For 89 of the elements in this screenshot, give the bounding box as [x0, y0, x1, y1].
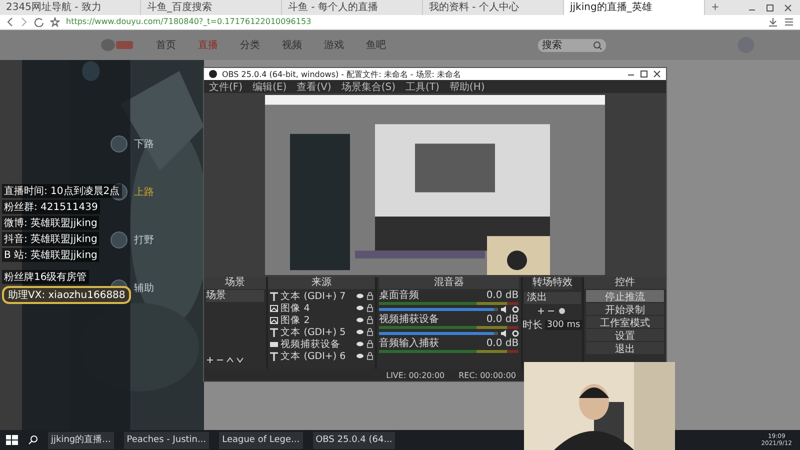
channel-reading: 0.0 dB	[486, 338, 519, 349]
source-item[interactable]: 图像 4	[280, 302, 354, 314]
lock-icon[interactable]	[367, 328, 374, 336]
role-avatar-icon	[110, 183, 128, 201]
overlay-text: 抖音: 英雄联盟jjking	[2, 232, 100, 246]
close-icon[interactable]	[653, 70, 661, 78]
channel-reading: 0.0 dB	[486, 290, 519, 301]
download-icon[interactable]	[768, 17, 778, 27]
maximize-icon[interactable]	[766, 4, 774, 12]
text-icon	[270, 292, 278, 300]
dock-title: 混音器	[379, 277, 519, 289]
dock-title: 场景	[204, 277, 266, 289]
speaker-icon[interactable]	[500, 306, 509, 313]
menu-item[interactable]: 场景集合(S)	[341, 80, 396, 94]
role-avatar-icon	[110, 231, 128, 249]
image-icon	[270, 316, 278, 324]
gear-icon[interactable]	[512, 330, 519, 337]
volume-slider[interactable]	[379, 332, 498, 335]
control-button[interactable]: 停止推流	[586, 290, 664, 302]
menu-item[interactable]: 查看(V)	[296, 80, 332, 94]
live-timer: LIVE: 00:20:00	[386, 370, 445, 380]
text-icon	[270, 328, 278, 336]
duration-label: 时长	[522, 318, 543, 332]
obs-logo-icon	[209, 70, 217, 78]
menu-item[interactable]: 文件(F)	[209, 80, 243, 94]
source-item[interactable]: 视频捕获设备	[280, 338, 354, 350]
search-icon[interactable]	[28, 435, 38, 445]
toolbar-drawing	[537, 307, 568, 315]
source-item[interactable]: 文本 (GDI+) 6	[280, 350, 354, 362]
transition-dropdown[interactable]: 淡出	[524, 292, 581, 304]
taskbar-app[interactable]: Peaches - Justin...	[124, 432, 210, 448]
dock-title: 转场特效	[532, 277, 572, 289]
search-field[interactable]: 搜索	[538, 38, 606, 52]
rec-timer: REC: 00:00:00	[458, 370, 516, 380]
control-button[interactable]: 开始录制	[586, 303, 664, 315]
lock-icon[interactable]	[367, 340, 374, 348]
role-label: 打野	[134, 234, 154, 247]
speaker-icon[interactable]	[500, 330, 509, 337]
channel-name: 音频输入捕获	[379, 338, 440, 349]
control-button[interactable]: 工作室模式	[586, 316, 664, 328]
back-icon[interactable]	[6, 17, 14, 27]
taskbar-app[interactable]: OBS 25.0.4 (64...	[312, 432, 396, 448]
menu-item[interactable]: 工具(T)	[406, 80, 440, 94]
overlay-text: 微博: 英雄联盟jjking	[2, 216, 100, 230]
lock-icon[interactable]	[367, 316, 374, 324]
toolbar-drawing	[206, 356, 246, 364]
menu-item[interactable]: 帮助(H)	[449, 80, 485, 94]
volume-slider[interactable]	[379, 308, 498, 311]
source-item[interactable]: 文本 (GDI+) 5	[280, 326, 354, 338]
camera-icon	[270, 340, 278, 348]
overlay-text: B 站: 英雄联盟jjking	[2, 248, 100, 262]
browser-tab[interactable]: jjking的直播_英雄	[564, 0, 705, 15]
channel-reading: 0.0 dB	[486, 314, 519, 325]
control-button[interactable]: 设置	[586, 329, 664, 341]
contact-banner: 助理VX: xiaozhu166888	[2, 286, 132, 304]
overlay-text: 粉丝牌16级有房管	[2, 270, 89, 284]
role-label: 下路	[134, 138, 154, 151]
scene-item[interactable]: 场景	[206, 290, 264, 302]
menu-item[interactable]: 编辑(E)	[252, 80, 287, 94]
gear-icon[interactable]	[512, 306, 519, 313]
close-icon[interactable]	[784, 4, 792, 12]
lock-icon[interactable]	[367, 352, 374, 360]
lock-icon[interactable]	[367, 304, 374, 312]
role-label: 辅助	[134, 282, 154, 295]
image-icon	[270, 304, 278, 312]
taskbar-app[interactable]: League of Lege...	[219, 432, 303, 448]
overlay-text: 直播时间: 10点到凌晨2点	[2, 184, 122, 198]
channel-name: 桌面音频	[379, 290, 420, 301]
dock-title: 来源	[268, 277, 376, 289]
maximize-icon[interactable]	[640, 70, 648, 78]
lock-icon[interactable]	[367, 292, 374, 300]
menu-icon[interactable]	[784, 17, 794, 27]
source-item[interactable]: 文本 (GDI+) 7	[280, 290, 354, 302]
role-avatar-icon	[110, 135, 128, 153]
start-icon[interactable]	[6, 434, 18, 446]
duration-field[interactable]: 300 ms	[544, 320, 582, 330]
search-icon	[593, 40, 602, 50]
new-tab-button[interactable]: +	[705, 0, 726, 15]
dock-title: 控件	[584, 277, 666, 289]
channel-name: 视频捕获设备	[379, 314, 440, 325]
window-title: OBS 25.0.4 (64-bit, windows) - 配置文件: 未命名 - 场景: 未命名	[222, 68, 462, 80]
control-button[interactable]: 退出	[586, 342, 664, 354]
taskbar-app[interactable]: jjking的直播...	[48, 432, 114, 448]
star-icon[interactable]	[50, 17, 60, 27]
overlay-text: 粉丝群: 421511439	[2, 200, 100, 214]
reload-icon[interactable]	[34, 17, 44, 27]
text-icon	[270, 352, 278, 360]
source-item[interactable]: 图像 2	[280, 314, 354, 326]
role-label: 上路	[134, 186, 154, 199]
